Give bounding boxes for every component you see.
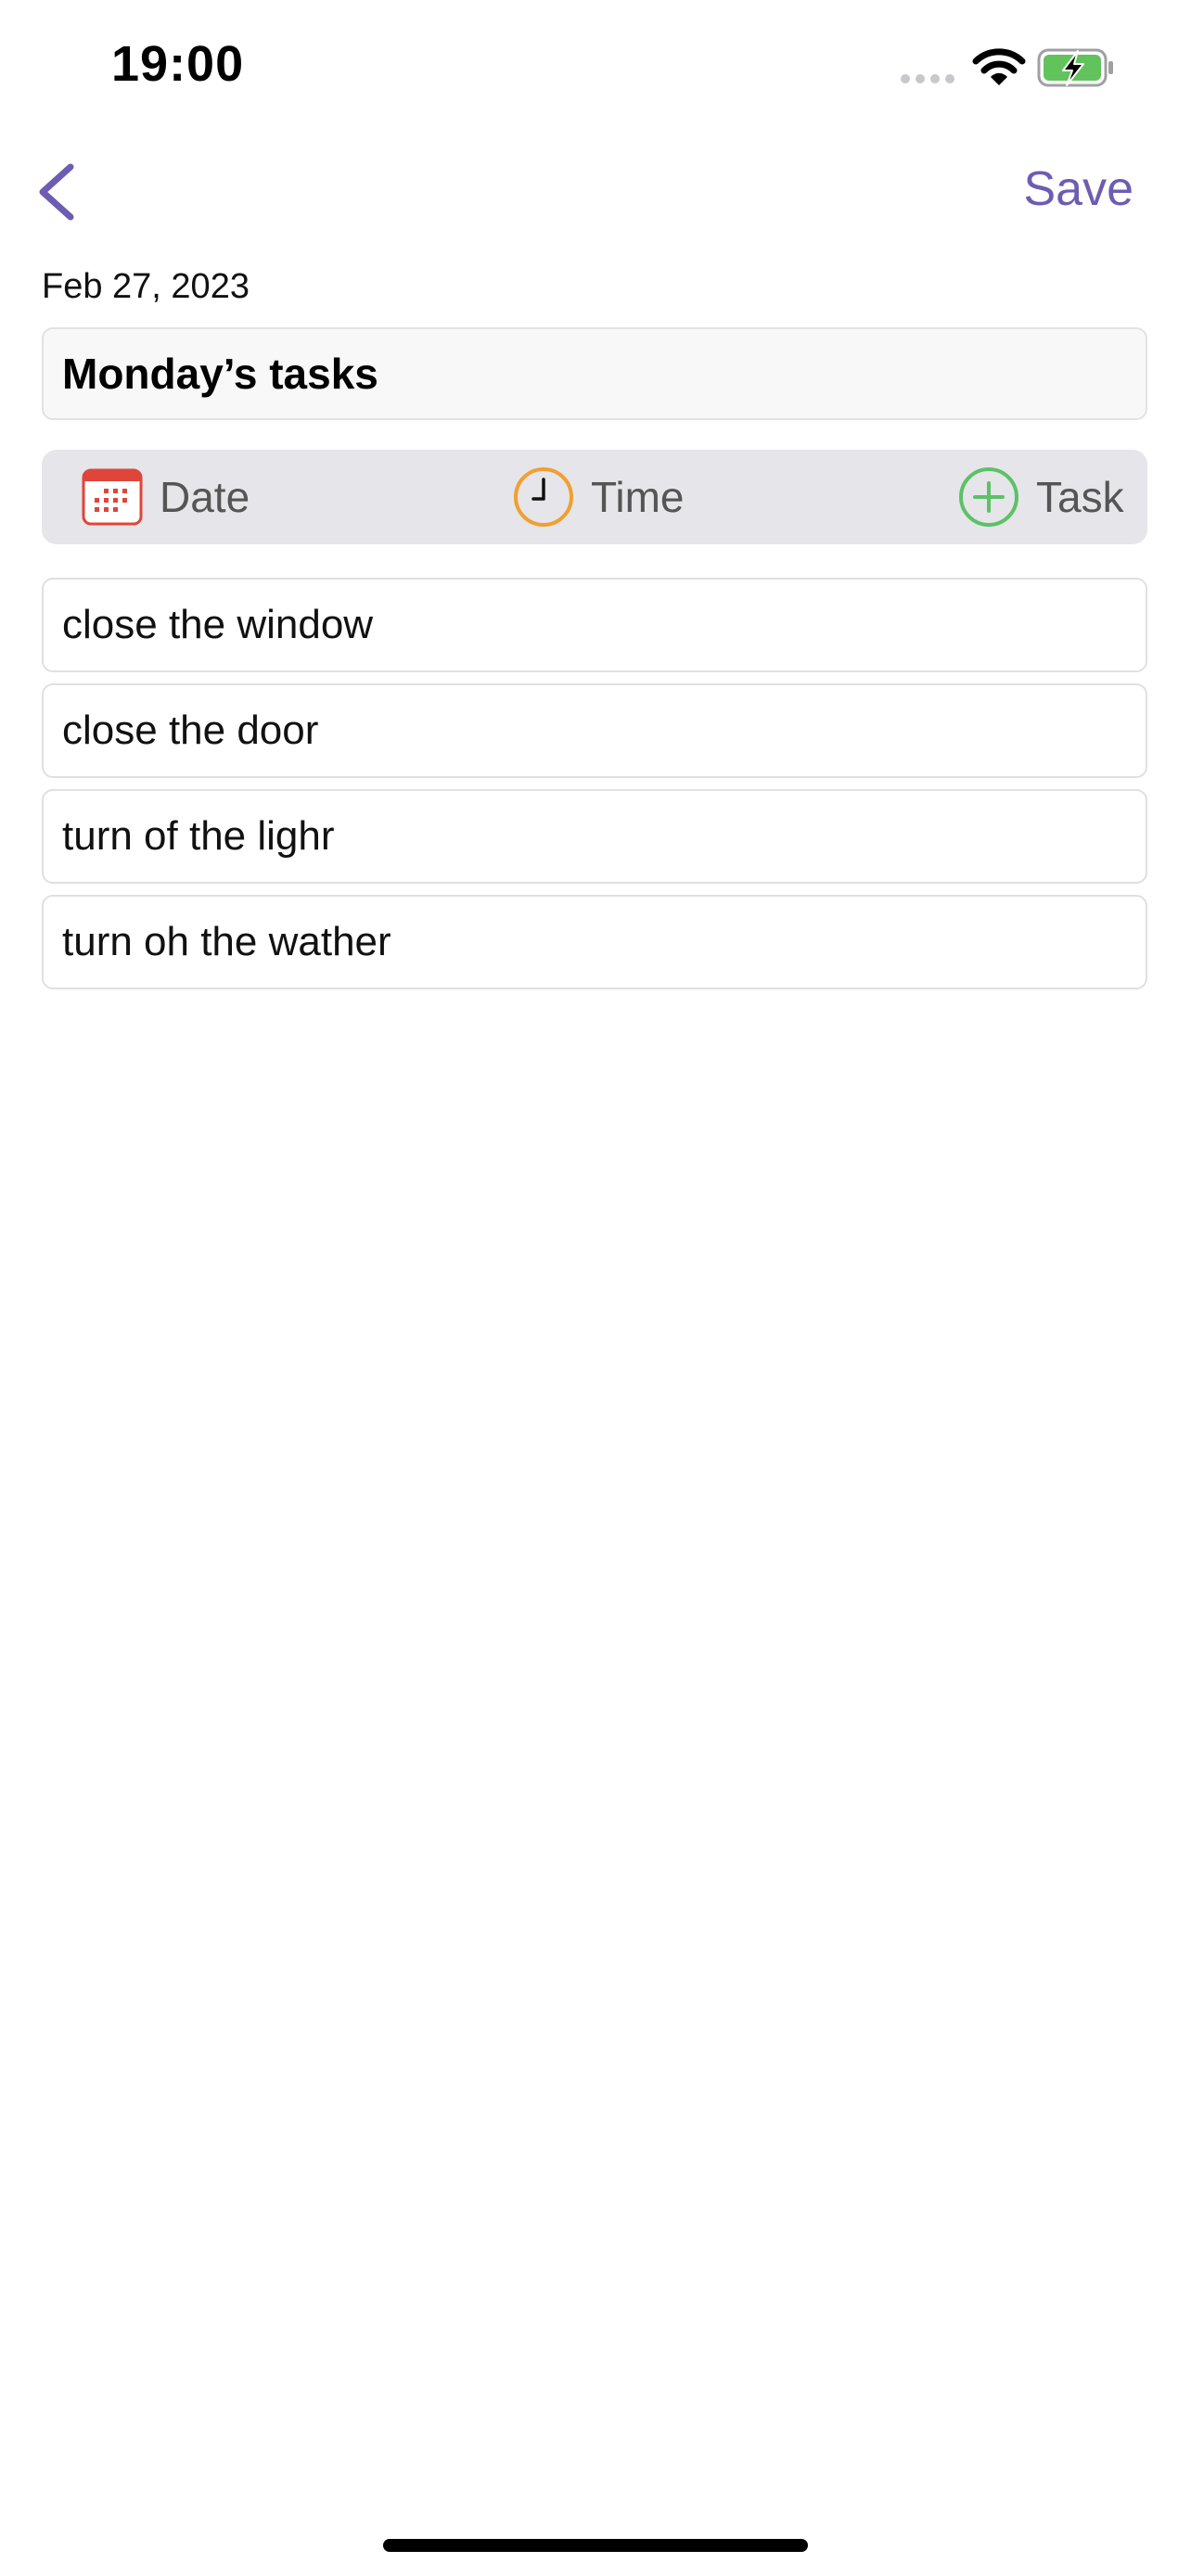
save-button[interactable]: Save (1023, 161, 1133, 217)
title-field[interactable]: Monday’s tasks (42, 327, 1147, 420)
battery-charging-icon (1037, 48, 1113, 87)
status-time: 19:00 (111, 36, 245, 92)
clock-icon (514, 467, 573, 527)
status-bar: 19:00 (0, 0, 1191, 139)
chevron-left-icon (39, 163, 74, 221)
task-item[interactable]: close the window (42, 578, 1147, 672)
back-button[interactable] (30, 158, 85, 224)
home-indicator[interactable] (383, 2539, 808, 2552)
task-text: close the window (62, 602, 374, 647)
date-button-label: Date (160, 473, 250, 521)
calendar-icon (82, 468, 143, 526)
signal-dots-icon (901, 74, 954, 83)
date-label: Feb 27, 2023 (42, 267, 250, 306)
time-button[interactable]: Time (513, 450, 685, 544)
add-task-button[interactable]: Task (958, 450, 1124, 544)
add-task-button-label: Task (1036, 473, 1124, 521)
task-text: turn oh the wather (62, 919, 391, 964)
wifi-icon (972, 48, 1026, 85)
task-text: turn of the lighr (62, 813, 335, 859)
task-item[interactable]: close the door (42, 683, 1147, 778)
task-list: close the window close the door turn of … (42, 578, 1147, 1001)
task-text: close the door (62, 708, 319, 753)
toolbar: Date Time Task (42, 450, 1147, 544)
task-item[interactable]: turn of the lighr (42, 789, 1147, 884)
date-button[interactable]: Date (82, 450, 250, 544)
time-button-label: Time (591, 473, 685, 521)
task-item[interactable]: turn oh the wather (42, 895, 1147, 989)
title-text: Monday’s tasks (62, 350, 378, 398)
add-circle-icon (959, 467, 1018, 527)
